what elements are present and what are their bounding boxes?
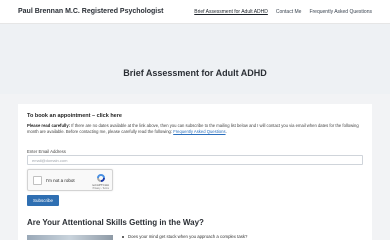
recaptcha-widget: I'm not a robot reCAPTCHA Privacy - Term… [27, 169, 113, 191]
content-card: To book an appointment – click here Plea… [18, 104, 372, 240]
captcha-terms[interactable]: Privacy - Terms [93, 187, 109, 190]
note-end: . [225, 129, 227, 134]
section-photo [27, 235, 113, 240]
section-heading: Are Your Attentional Skills Getting in t… [27, 218, 204, 227]
top-navbar: Paul Brennan M.C. Registered Psychologis… [0, 0, 390, 24]
subscribe-button[interactable]: Subscribe [27, 195, 59, 206]
note-lead: Please read carefully: [27, 123, 71, 128]
captcha-checkbox[interactable] [33, 176, 42, 185]
main-nav: Brief Assessment for Adult ADHD Contact … [194, 9, 372, 15]
nav-faq[interactable]: Frequently Asked Questions [309, 9, 372, 15]
faq-link[interactable]: Frequently Asked Questions [173, 129, 225, 134]
email-label: Enter Email Address [27, 149, 66, 154]
bullet-text: Does your mind get stuck when you approa… [128, 234, 248, 239]
book-appointment-link[interactable]: To book an appointment – click here [27, 113, 122, 119]
nav-brief-assessment[interactable]: Brief Assessment for Adult ADHD [194, 9, 268, 15]
nav-contact-me[interactable]: Contact Me [276, 9, 302, 15]
bullet-dot-icon [122, 235, 124, 238]
email-field[interactable] [27, 155, 363, 165]
recaptcha-logo-icon [97, 174, 105, 182]
page-title: Brief Assessment for Adult ADHD [123, 68, 267, 78]
list-item: Does your mind get stuck when you approa… [122, 234, 247, 239]
captcha-label: I'm not a robot [46, 178, 75, 183]
site-title[interactable]: Paul Brennan M.C. Registered Psychologis… [18, 8, 163, 15]
booking-note: Please read carefully: If there are no d… [27, 123, 363, 135]
hero-banner: Brief Assessment for Adult ADHD [0, 24, 390, 94]
